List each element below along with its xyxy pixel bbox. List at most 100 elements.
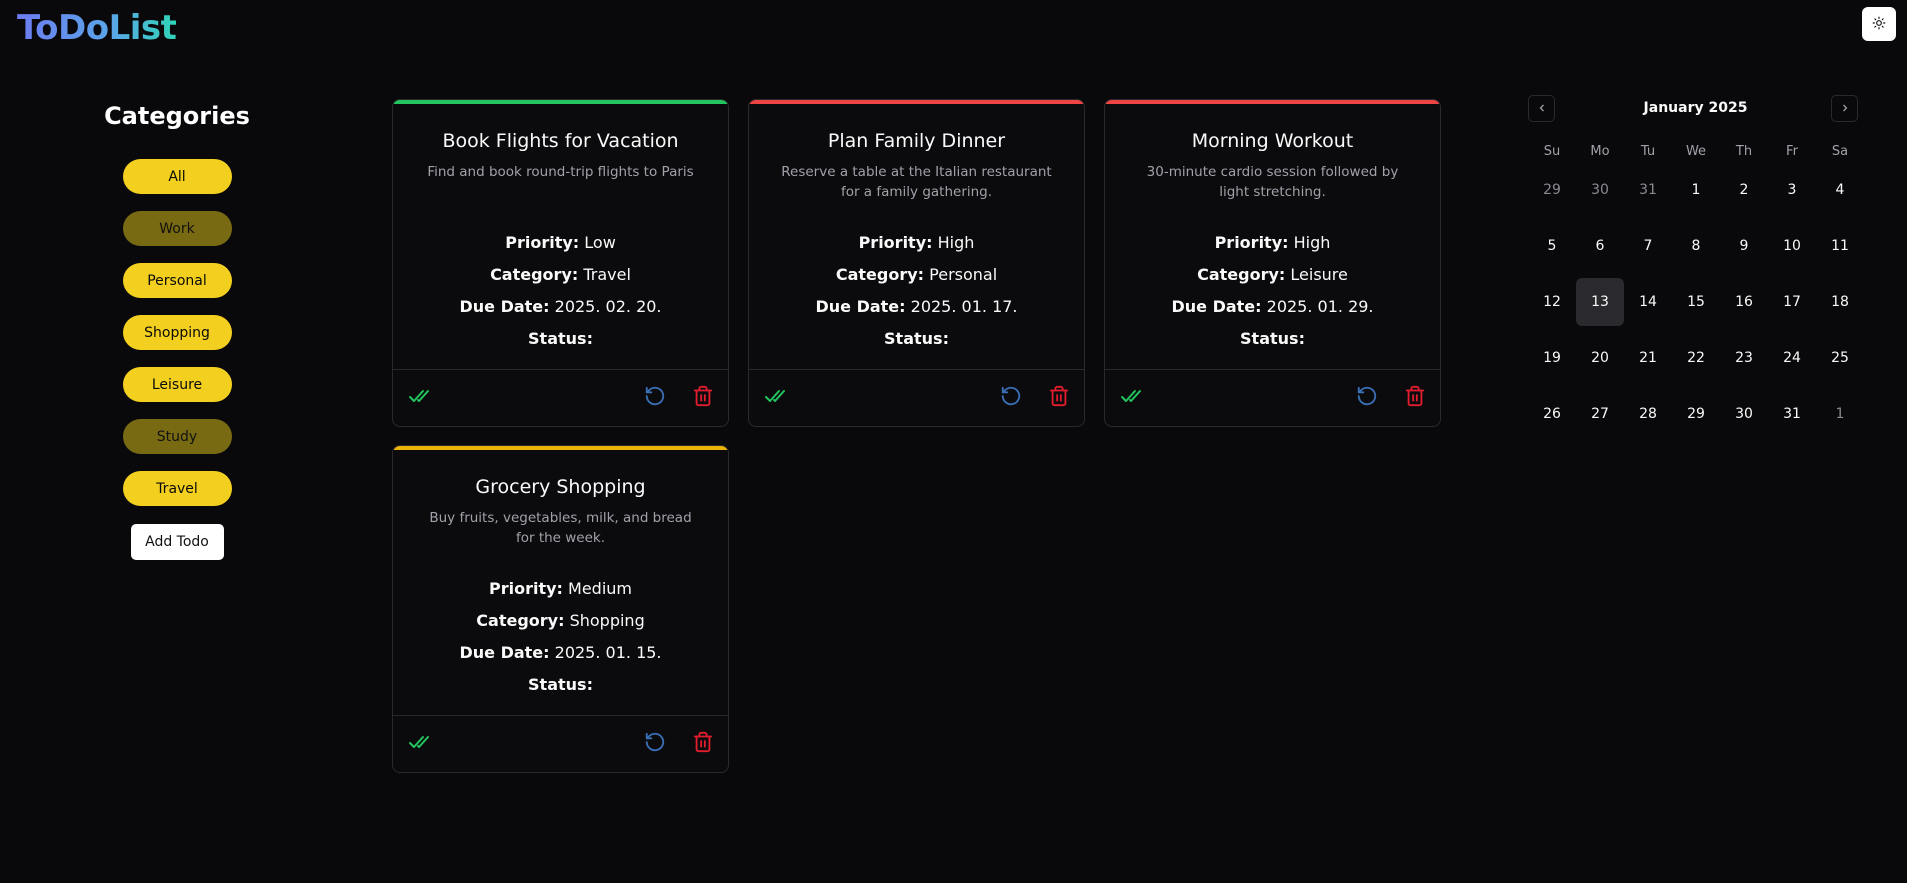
calendar-week-row: 12 13 14 15 16 17 18 [1528, 278, 1863, 326]
priority-accent-bar [1105, 100, 1440, 104]
calendar-day[interactable]: 11 [1816, 222, 1864, 270]
calendar-day[interactable]: 30 [1720, 390, 1768, 438]
priority-value: Low [584, 233, 616, 252]
undo-button[interactable] [642, 731, 668, 757]
calendar-day[interactable]: 19 [1528, 334, 1576, 382]
calendar-day[interactable]: 20 [1576, 334, 1624, 382]
category-button-personal[interactable]: Personal [122, 263, 232, 298]
todo-card: Plan Family Dinner Reserve a table at th… [748, 99, 1085, 427]
calendar-day[interactable]: 3 [1768, 166, 1816, 214]
todo-title: Grocery Shopping [475, 476, 646, 498]
rotate-ccw-icon [1000, 385, 1022, 411]
calendar-day[interactable]: 6 [1576, 222, 1624, 270]
weekday-label: Sa [1831, 144, 1849, 159]
todo-card-footer [393, 715, 728, 772]
complete-button[interactable] [407, 731, 433, 757]
calendar-day[interactable]: 5 [1528, 222, 1576, 270]
delete-button[interactable] [690, 731, 716, 757]
weekday-label: Fr [1786, 144, 1798, 159]
double-check-icon [408, 730, 432, 758]
calendar-day[interactable]: 14 [1624, 278, 1672, 326]
calendar-day[interactable]: 25 [1816, 334, 1864, 382]
priority-value: Medium [568, 579, 633, 598]
calendar-day[interactable]: 26 [1528, 390, 1576, 438]
due-date-value: 2025. 01. 29. [1266, 297, 1374, 316]
category-button-study[interactable]: Study [122, 419, 232, 454]
due-date-label: Due Date: [459, 643, 550, 662]
delete-button[interactable] [690, 385, 716, 411]
status-label: Status: [528, 329, 593, 348]
calendar-day[interactable]: 31 [1624, 166, 1672, 214]
undo-button[interactable] [1354, 385, 1380, 411]
add-todo-button[interactable]: Add Todo [130, 524, 224, 560]
category-button-work[interactable]: Work [122, 211, 232, 246]
status-label: Status: [528, 675, 593, 694]
calendar-day[interactable]: 29 [1672, 390, 1720, 438]
undo-button[interactable] [642, 385, 668, 411]
calendar-day[interactable]: 17 [1768, 278, 1816, 326]
calendar-day[interactable]: 21 [1624, 334, 1672, 382]
calendar-day[interactable]: 31 [1768, 390, 1816, 438]
calendar-day[interactable]: 18 [1816, 278, 1864, 326]
priority-value: High [937, 233, 975, 252]
due-date-label: Due Date: [1171, 297, 1262, 316]
calendar-day[interactable]: 2 [1720, 166, 1768, 214]
calendar-day[interactable]: 12 [1528, 278, 1576, 326]
calendar-day[interactable]: 30 [1576, 166, 1624, 214]
calendar-day[interactable]: 23 [1720, 334, 1768, 382]
category-button-travel[interactable]: Travel [122, 471, 232, 506]
due-date-row: Due Date: 2025. 02. 20. [393, 291, 728, 323]
complete-button[interactable] [763, 385, 789, 411]
category-label: Category: [835, 265, 925, 284]
delete-button[interactable] [1046, 385, 1072, 411]
calendar-day[interactable]: 15 [1672, 278, 1720, 326]
todo-card: Book Flights for Vacation Find and book … [392, 99, 729, 427]
priority-row: Priority: High [749, 227, 1084, 259]
calendar-week-row: 19 20 21 22 23 24 25 [1528, 334, 1863, 382]
delete-button[interactable] [1402, 385, 1428, 411]
todo-description: Reserve a table at the Italian restauran… [781, 164, 1052, 200]
priority-accent-bar [393, 100, 728, 104]
trash-icon [692, 385, 714, 411]
next-month-button[interactable] [1831, 95, 1858, 122]
calendar-day[interactable]: 28 [1624, 390, 1672, 438]
todo-description: Find and book round-trip flights to Pari… [427, 164, 694, 180]
calendar-week-row: 5 6 7 8 9 10 11 [1528, 222, 1863, 270]
category-button-shopping[interactable]: Shopping [122, 315, 232, 350]
due-date-label: Due Date: [459, 297, 550, 316]
undo-button[interactable] [998, 385, 1024, 411]
calendar-day[interactable]: 8 [1672, 222, 1720, 270]
trash-icon [1048, 385, 1070, 411]
priority-label: Priority: [1214, 233, 1289, 252]
weekday-label: Th [1735, 144, 1753, 159]
due-date-row: Due Date: 2025. 01. 17. [749, 291, 1084, 323]
category-row: Category: Shopping [393, 605, 728, 637]
calendar-day[interactable]: 29 [1528, 166, 1576, 214]
calendar-day[interactable]: 24 [1768, 334, 1816, 382]
complete-button[interactable] [1119, 385, 1145, 411]
trash-icon [1404, 385, 1426, 411]
calendar-day[interactable]: 27 [1576, 390, 1624, 438]
calendar-day[interactable]: 9 [1720, 222, 1768, 270]
calendar-day[interactable]: 16 [1720, 278, 1768, 326]
double-check-icon [408, 384, 432, 412]
categories-heading: Categories [104, 102, 250, 130]
todo-fields: Priority: High Category: Personal Due Da… [749, 227, 1084, 355]
calendar-day[interactable]: 10 [1768, 222, 1816, 270]
complete-button[interactable] [407, 385, 433, 411]
calendar-day[interactable]: 22 [1672, 334, 1720, 382]
calendar-grid: Su Mo Tu We Th Fr Sa 29 30 31 1 2 3 4 5 6 7 8 9 10 11 12 13 14 1… [1528, 142, 1863, 438]
todo-card: Grocery Shopping Buy fruits, vegetables,… [392, 445, 729, 773]
todo-card: Morning Workout 30-minute cardio session… [1104, 99, 1441, 427]
priority-accent-bar [749, 100, 1084, 104]
calendar-day[interactable]: 1 [1816, 390, 1864, 438]
theme-toggle-button[interactable] [1862, 7, 1896, 41]
category-button-leisure[interactable]: Leisure [122, 367, 232, 402]
category-button-all[interactable]: All [122, 159, 232, 194]
calendar-day[interactable]: 1 [1672, 166, 1720, 214]
calendar-day-selected[interactable]: 13 [1576, 278, 1624, 326]
calendar-day[interactable]: 7 [1624, 222, 1672, 270]
calendar-day[interactable]: 4 [1816, 166, 1864, 214]
weekday-label: Su [1543, 144, 1561, 159]
sun-icon [1872, 16, 1886, 33]
